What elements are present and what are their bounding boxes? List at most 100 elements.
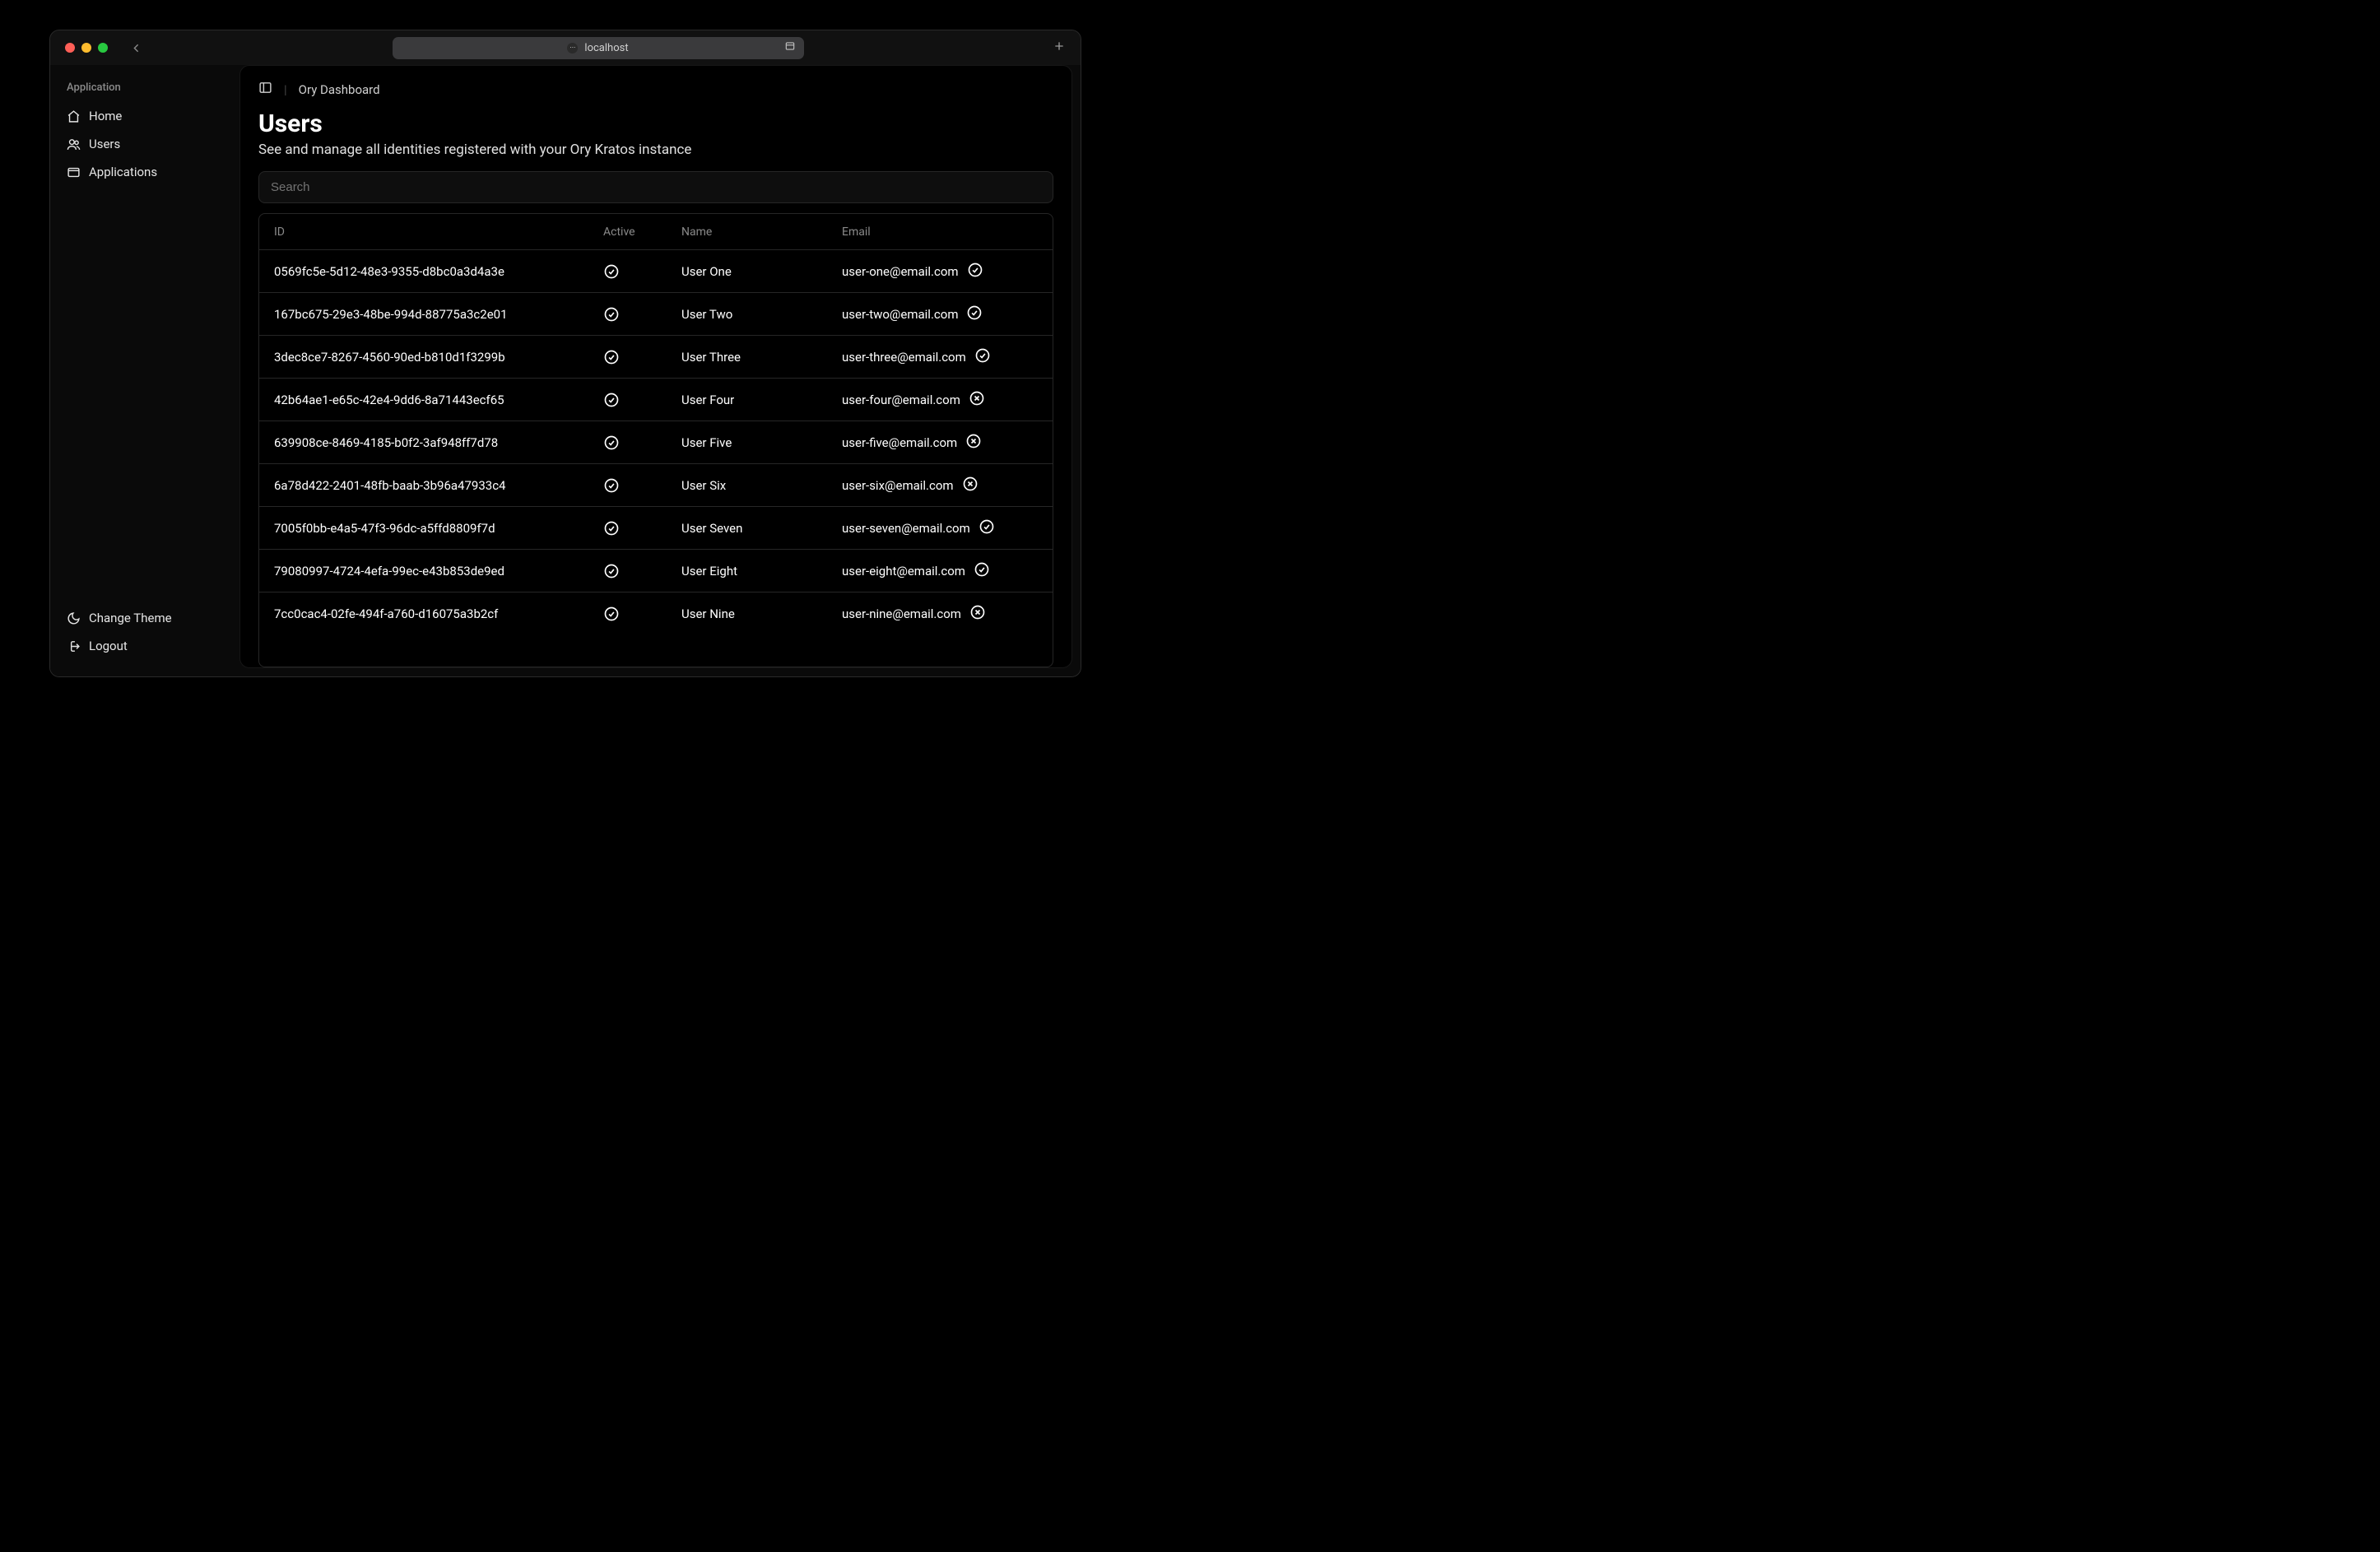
- email-verified-status: [962, 476, 978, 495]
- cell-active: [603, 520, 681, 537]
- cell-email-text: user-five@email.com: [842, 435, 957, 450]
- table-row[interactable]: 3dec8ce7-8267-4560-90ed-b810d1f3299bUser…: [259, 336, 1053, 379]
- cell-email-text: user-six@email.com: [842, 478, 954, 493]
- users-table: ID Active Name Email 0569fc5e-5d12-48e3-…: [258, 213, 1053, 667]
- x-circle-icon: [969, 390, 985, 407]
- email-verified-status: [969, 390, 985, 410]
- applications-icon: [67, 165, 81, 179]
- table-row[interactable]: 639908ce-8469-4185-b0f2-3af948ff7d78 User…: [259, 421, 1053, 464]
- email-verified-status: [967, 262, 983, 281]
- check-circle-icon: [603, 392, 620, 408]
- reader-mode-icon[interactable]: [784, 40, 796, 55]
- table-body: 0569fc5e-5d12-48e3-9355-d8bc0a3d4a3e User…: [259, 250, 1053, 667]
- logout-button[interactable]: Logout: [58, 632, 231, 660]
- maximize-window-button[interactable]: [98, 43, 108, 53]
- main-panel: | Ory Dashboard Users See and manage all…: [239, 65, 1072, 668]
- logout-icon: [67, 639, 81, 653]
- cell-active: [603, 263, 681, 280]
- table-row[interactable]: 79080997-4724-4efa-99ec-e43b853de9ed User…: [259, 550, 1053, 592]
- email-verified-status: [966, 304, 983, 324]
- breadcrumb-title: Ory Dashboard: [299, 82, 380, 97]
- sidebar-item-home[interactable]: Home: [58, 102, 231, 130]
- moon-icon: [67, 611, 81, 625]
- new-tab-button[interactable]: [1053, 39, 1066, 56]
- back-button[interactable]: [129, 41, 143, 55]
- minimize-window-button[interactable]: [81, 43, 91, 53]
- page-subtitle: See and manage all identities registered…: [258, 142, 1053, 158]
- change-theme-button[interactable]: Change Theme: [58, 604, 231, 632]
- cell-email-text: user-two@email.com: [842, 307, 958, 322]
- cell-email-text: user-eight@email.com: [842, 564, 965, 579]
- cell-active: [603, 306, 681, 323]
- column-header-name: Name: [681, 225, 842, 239]
- check-circle-icon: [603, 349, 620, 365]
- x-circle-icon: [965, 433, 982, 449]
- cell-name: User Five: [681, 435, 842, 450]
- check-circle-icon: [603, 434, 620, 451]
- url-bar[interactable]: ⋯ localhost: [393, 37, 804, 59]
- email-verified-status: [969, 604, 986, 624]
- sidebar-item-label: Home: [89, 109, 122, 123]
- cell-email-text: user-four@email.com: [842, 393, 960, 407]
- check-circle-icon: [974, 561, 990, 578]
- check-circle-icon: [603, 306, 620, 323]
- sidebar-item-label: Users: [89, 137, 120, 151]
- sidebar-item-users[interactable]: Users: [58, 130, 231, 158]
- cell-name: User Seven: [681, 521, 842, 536]
- cell-name: User Six: [681, 478, 842, 493]
- email-verified-status: [965, 433, 982, 453]
- cell-email: user-one@email.com: [842, 262, 1038, 281]
- home-icon: [67, 109, 81, 123]
- cell-active: [603, 392, 681, 408]
- cell-email: user-nine@email.com: [842, 604, 1038, 624]
- cell-name: User Two: [681, 307, 842, 322]
- sidebar-item-label: Applications: [89, 165, 157, 179]
- cell-id: 7005f0bb-e4a5-47f3-96dc-a5ffd8809f7d: [274, 521, 603, 536]
- close-window-button[interactable]: [65, 43, 75, 53]
- page-title: Users: [258, 109, 1053, 138]
- cell-name: User Four: [681, 393, 842, 407]
- sidebar-toggle-button[interactable]: [258, 81, 272, 98]
- chevron-left-icon: [129, 41, 143, 55]
- column-header-email: Email: [842, 225, 1038, 239]
- cell-email: user-eight@email.com: [842, 561, 1038, 581]
- sidebar: Application Home Users Applications: [50, 65, 239, 676]
- window-controls: [65, 43, 108, 53]
- check-circle-icon: [603, 263, 620, 280]
- sidebar-item-applications[interactable]: Applications: [58, 158, 231, 186]
- table-row[interactable]: 42b64ae1-e65c-42e4-9dd6-8a71443ecf65 User…: [259, 379, 1053, 421]
- x-circle-icon: [962, 476, 978, 492]
- cell-email-text: user-seven@email.com: [842, 521, 970, 536]
- table-row[interactable]: 7005f0bb-e4a5-47f3-96dc-a5ffd8809f7d User…: [259, 507, 1053, 550]
- browser-window: ⋯ localhost Application Home: [49, 30, 1081, 677]
- table-row[interactable]: 167bc675-29e3-48be-994d-88775a3c2e01 User…: [259, 293, 1053, 336]
- cell-name: User One: [681, 264, 842, 279]
- table-row[interactable]: 0569fc5e-5d12-48e3-9355-d8bc0a3d4a3e User…: [259, 250, 1053, 293]
- cell-id: 79080997-4724-4efa-99ec-e43b853de9ed: [274, 564, 603, 579]
- cell-id: 42b64ae1-e65c-42e4-9dd6-8a71443ecf65: [274, 393, 603, 407]
- breadcrumb-divider: |: [284, 82, 287, 97]
- cell-email-text: user-three@email.com: [842, 350, 966, 365]
- cell-active: [603, 434, 681, 451]
- cell-email: user-five@email.com: [842, 433, 1038, 453]
- check-circle-icon: [603, 563, 620, 579]
- cell-id: 0569fc5e-5d12-48e3-9355-d8bc0a3d4a3e: [274, 264, 603, 279]
- check-circle-icon: [974, 347, 991, 364]
- cell-active: [603, 477, 681, 494]
- cell-id: 6a78d422-2401-48fb-baab-3b96a47933c4: [274, 478, 603, 493]
- cell-name: User Eight: [681, 564, 842, 579]
- table-row[interactable]: 6a78d422-2401-48fb-baab-3b96a47933c4 User…: [259, 464, 1053, 507]
- table-header: ID Active Name Email: [259, 214, 1053, 250]
- cell-active: [603, 606, 681, 622]
- search-input[interactable]: [258, 171, 1053, 203]
- check-circle-icon: [966, 304, 983, 321]
- cell-id: 167bc675-29e3-48be-994d-88775a3c2e01: [274, 307, 603, 322]
- cell-email: user-three@email.com: [842, 347, 1038, 367]
- table-row[interactable]: 7cc0cac4-02fe-494f-a760-d16075a3b2cfUser…: [259, 592, 1053, 635]
- cell-id: 639908ce-8469-4185-b0f2-3af948ff7d78: [274, 435, 603, 450]
- x-circle-icon: [969, 604, 986, 620]
- email-verified-status: [978, 518, 995, 538]
- sidebar-section-label: Application: [58, 81, 231, 102]
- column-header-active: Active: [603, 225, 681, 239]
- check-circle-icon: [967, 262, 983, 278]
